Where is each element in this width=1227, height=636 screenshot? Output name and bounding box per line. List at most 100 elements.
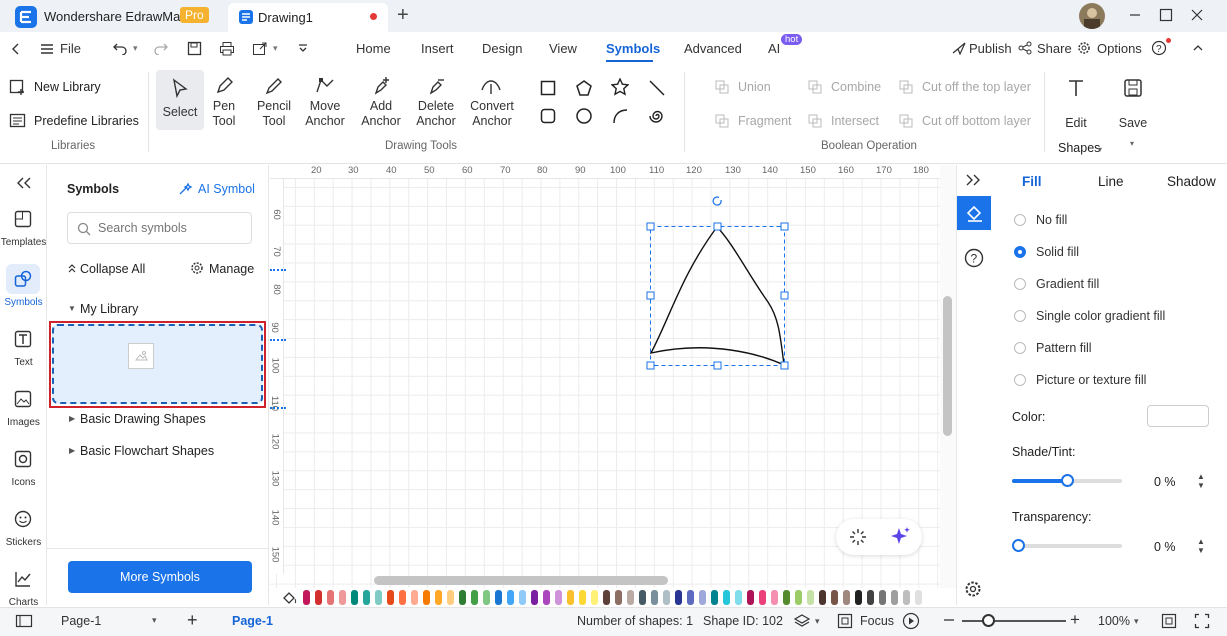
rail-templates[interactable]: Templates [0, 237, 47, 248]
color-swatch[interactable] [315, 590, 322, 605]
search-box[interactable] [67, 212, 252, 244]
transparency-stepper-icon[interactable]: ▲ ▼ [1197, 537, 1205, 555]
new-library-button[interactable]: New Library [34, 80, 101, 94]
tab-symbols[interactable]: Symbols [606, 41, 660, 56]
tab-shadow[interactable]: Shadow [1167, 174, 1216, 189]
radio-pattern-fill[interactable] [1014, 342, 1026, 354]
zoom-dropdown-icon[interactable]: ▾ [1134, 616, 1139, 627]
export-dropdown-icon[interactable]: ▾ [273, 43, 278, 54]
fragment-button[interactable]: Fragment [738, 114, 792, 128]
color-swatch[interactable] [651, 590, 658, 605]
tab-design[interactable]: Design [482, 41, 522, 56]
color-swatch[interactable] [531, 590, 538, 605]
intersect-button[interactable]: Intersect [831, 114, 879, 128]
fullscreen-icon[interactable] [1194, 613, 1210, 629]
cut-bottom-layer-button[interactable]: Cut off bottom layer [922, 114, 1031, 128]
color-swatch[interactable] [747, 590, 754, 605]
shade-value[interactable]: 0 % [1154, 475, 1176, 489]
color-swatch[interactable] [687, 590, 694, 605]
fit-page-icon[interactable] [1161, 613, 1177, 629]
expand-panel-icon[interactable] [964, 173, 982, 187]
hamburger-icon[interactable] [40, 42, 54, 56]
zoom-slider-thumb[interactable] [982, 614, 995, 627]
transparency-value[interactable]: 0 % [1154, 540, 1176, 554]
library-basic-drawing[interactable]: Basic Drawing Shapes [80, 412, 206, 426]
vertical-scrollbar[interactable] [943, 296, 952, 436]
settings-gear-icon[interactable] [964, 580, 982, 598]
transparency-slider-thumb[interactable] [1012, 539, 1025, 552]
layers-dropdown-icon[interactable]: ▾ [815, 616, 820, 627]
page-tab[interactable]: Page-1 [232, 614, 273, 628]
pentagon-shape-icon[interactable] [575, 79, 593, 97]
color-swatch[interactable] [507, 590, 514, 605]
zoom-out-icon[interactable] [942, 613, 956, 627]
color-swatch[interactable] [771, 590, 778, 605]
edit-button[interactable]: Edit [1056, 116, 1096, 131]
doc-tab[interactable]: Drawing1 [228, 3, 388, 32]
color-swatch[interactable] [819, 590, 826, 605]
color-swatch[interactable] [795, 590, 802, 605]
color-swatch[interactable] [699, 590, 706, 605]
my-library-header[interactable]: My Library [80, 302, 138, 316]
color-swatch[interactable] [555, 590, 562, 605]
color-swatch[interactable] [603, 590, 610, 605]
cut-top-layer-button[interactable]: Cut off the top layer [922, 80, 1031, 94]
tab-ai[interactable]: AI [768, 41, 780, 56]
ai-symbol-button[interactable]: AI Symbol [198, 182, 255, 196]
focus-button[interactable]: Focus [860, 614, 894, 628]
shade-slider-thumb[interactable] [1061, 474, 1074, 487]
tab-insert[interactable]: Insert [421, 41, 454, 56]
color-swatch[interactable] [783, 590, 790, 605]
page-layout-icon[interactable] [15, 614, 33, 628]
quick-access-icon[interactable] [297, 42, 309, 56]
combine-button[interactable]: Combine [831, 80, 881, 94]
help-icon[interactable]: ? [1151, 40, 1167, 56]
delete-anchor-button[interactable]: Delete Anchor [410, 99, 462, 129]
undo-icon[interactable] [112, 41, 128, 55]
ai-sparkle-icon[interactable] [889, 526, 911, 548]
custom-triangle-shape[interactable] [640, 192, 800, 377]
rounded-rectangle-shape-icon[interactable] [540, 108, 556, 124]
color-swatch[interactable] [495, 590, 502, 605]
color-swatch[interactable] [903, 590, 910, 605]
color-swatch[interactable] [411, 590, 418, 605]
redo-icon[interactable] [153, 41, 169, 55]
rail-icons[interactable]: Icons [0, 477, 47, 488]
save-icon[interactable] [187, 41, 202, 56]
color-swatch[interactable] [483, 590, 490, 605]
radio-single-gradient-fill[interactable] [1014, 310, 1026, 322]
color-swatch[interactable] [579, 590, 586, 605]
color-picker[interactable] [1147, 405, 1209, 427]
maximize-icon[interactable] [1159, 8, 1173, 22]
color-swatch[interactable] [471, 590, 478, 605]
predefine-libraries-button[interactable]: Predefine Libraries [34, 114, 139, 128]
library-drop-zone[interactable] [52, 324, 263, 404]
pencil-tool-button[interactable]: Pencil Tool [252, 99, 296, 129]
rectangle-shape-icon[interactable] [540, 80, 556, 96]
print-icon[interactable] [219, 41, 235, 56]
manage-button[interactable]: Manage [209, 262, 254, 276]
color-swatch[interactable] [459, 590, 466, 605]
fill-bucket-icon[interactable] [281, 590, 299, 605]
color-swatch[interactable] [627, 590, 634, 605]
star-shape-icon[interactable] [611, 78, 629, 96]
tab-fill[interactable]: Fill [1022, 174, 1042, 189]
page-select[interactable]: Page-1 [61, 614, 101, 628]
union-button[interactable]: Union [738, 80, 771, 94]
expand-caret-icon[interactable]: ▶ [69, 414, 75, 423]
page-select-dropdown-icon[interactable]: ▾ [152, 615, 157, 626]
color-swatch[interactable] [663, 590, 670, 605]
export-icon[interactable] [252, 41, 268, 56]
color-swatch[interactable] [447, 590, 454, 605]
avatar[interactable] [1079, 3, 1105, 29]
color-swatch[interactable] [435, 590, 442, 605]
color-swatch[interactable] [879, 590, 886, 605]
tab-advanced[interactable]: Advanced [684, 41, 742, 56]
shade-stepper-icon[interactable]: ▲ ▼ [1197, 472, 1205, 490]
color-swatch[interactable] [615, 590, 622, 605]
color-swatch[interactable] [843, 590, 850, 605]
rail-images[interactable]: Images [0, 417, 47, 428]
share-button[interactable]: Share [1037, 41, 1072, 56]
rail-stickers[interactable]: Stickers [0, 537, 47, 548]
save-dropdown-icon[interactable]: ▾ [1130, 139, 1134, 148]
